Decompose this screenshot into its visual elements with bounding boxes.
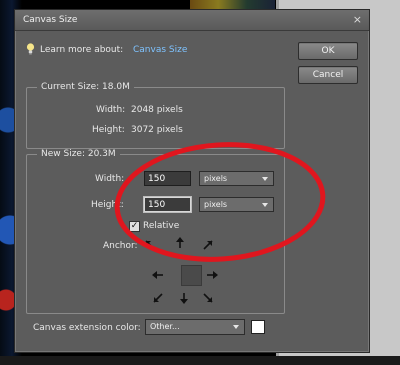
height-unit-value: pixels xyxy=(204,200,228,209)
extension-color-value: Other... xyxy=(150,322,180,331)
lightbulb-icon xyxy=(26,43,35,55)
extension-color-swatch[interactable] xyxy=(251,320,265,334)
width-unit-value: pixels xyxy=(204,174,228,183)
anchor-arrow-icon[interactable] xyxy=(151,291,165,305)
checkmark-icon: ✓ xyxy=(130,221,139,231)
learn-more-label: Learn more about: xyxy=(40,45,124,55)
dropdown-arrow-icon xyxy=(233,325,239,329)
dialog-title: Canvas Size xyxy=(23,15,78,25)
anchor-arrow-icon[interactable] xyxy=(205,268,219,282)
ok-button[interactable]: OK xyxy=(298,42,358,60)
new-height-label: Height: xyxy=(91,200,124,210)
dropdown-arrow-icon xyxy=(262,203,268,207)
bottom-strip xyxy=(0,356,400,365)
new-width-label: Width: xyxy=(95,174,125,184)
anchor-center[interactable] xyxy=(181,265,202,286)
canvas-size-dialog: Canvas Size × Learn more about: Canvas S… xyxy=(14,9,370,353)
dialog-titlebar[interactable]: Canvas Size × xyxy=(15,10,369,31)
cancel-button[interactable]: Cancel xyxy=(298,66,358,84)
width-unit-select[interactable]: pixels xyxy=(199,171,274,186)
anchor-arrow-icon[interactable] xyxy=(201,291,215,305)
anchor-arrow-icon[interactable] xyxy=(151,268,165,282)
relative-checkbox[interactable]: ✓ xyxy=(129,221,140,232)
current-size-group: Current Size: 18.0M Width: 2048 pixels H… xyxy=(26,82,285,149)
height-input[interactable]: 150 xyxy=(144,197,191,212)
relative-label[interactable]: Relative xyxy=(143,221,179,231)
current-size-legend: Current Size: 18.0M xyxy=(37,82,134,92)
anchor-arrow-icon[interactable] xyxy=(143,238,157,252)
current-height-value: 3072 pixels xyxy=(131,125,183,135)
new-size-group: New Size: 20.3M Width: 150 pixels Height… xyxy=(26,149,285,314)
close-icon[interactable]: × xyxy=(353,13,362,26)
anchor-label: Anchor: xyxy=(103,241,138,251)
current-height-label: Height: xyxy=(92,125,125,135)
current-width-value: 2048 pixels xyxy=(131,105,183,115)
anchor-arrow-icon[interactable] xyxy=(201,238,215,252)
anchor-arrow-icon[interactable] xyxy=(173,236,187,250)
width-input[interactable]: 150 xyxy=(144,171,191,186)
anchor-arrow-icon[interactable] xyxy=(177,291,191,305)
learn-more-link[interactable]: Canvas Size xyxy=(133,45,187,55)
extension-color-select[interactable]: Other... xyxy=(145,319,245,335)
current-width-label: Width: xyxy=(96,105,126,115)
extension-color-label: Canvas extension color: xyxy=(33,323,141,333)
dropdown-arrow-icon xyxy=(262,177,268,181)
height-unit-select[interactable]: pixels xyxy=(199,197,274,212)
new-size-legend: New Size: 20.3M xyxy=(37,149,120,159)
